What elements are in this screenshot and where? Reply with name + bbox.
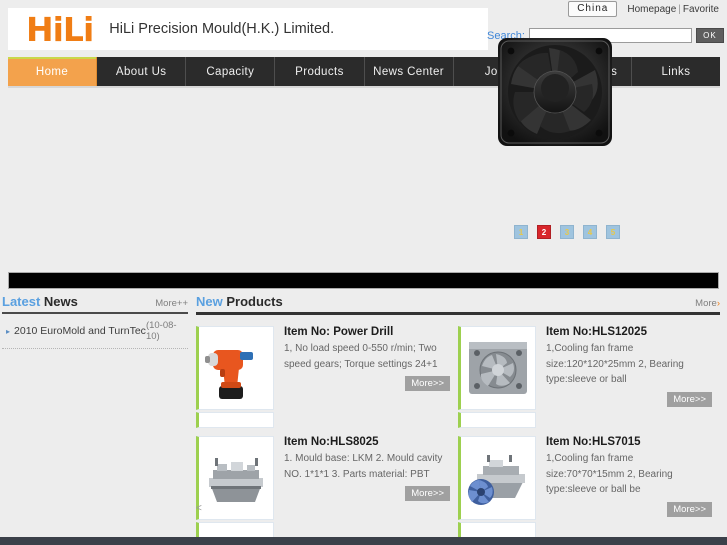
favorite-link[interactable]: Favorite <box>683 4 719 15</box>
latest-news-more-link[interactable]: More++ <box>155 298 188 309</box>
nav-item-about-us[interactable]: About Us <box>97 57 187 86</box>
new-products-title-highlight: New <box>196 294 223 309</box>
language-button[interactable]: China <box>568 1 618 17</box>
news-item-title: 2010 EuroMold and TurnTec <box>14 325 146 337</box>
product-info: Item No:HLS12025 1,Cooling fan frame siz… <box>536 326 712 428</box>
product-description: 1. Mould base: LKM 2. Mould cavity NO. 1… <box>284 453 443 480</box>
product-thumbnail-hls12025[interactable] <box>458 326 536 410</box>
news-list-item[interactable]: ▸ 2010 EuroMold and TurnTec (10-08-10) <box>2 314 188 349</box>
product-card: Item No:HLS7015 1,Cooling fan frame size… <box>458 432 720 542</box>
product-card: Item No: Power Drill 1, No load speed 0-… <box>196 322 458 432</box>
product-more-button[interactable]: More>> <box>405 376 450 391</box>
product-more-button[interactable]: More>> <box>667 391 712 407</box>
slider-dot-3[interactable]: 3 <box>560 225 574 239</box>
nav-item-capacity[interactable]: Capacity <box>186 57 276 86</box>
product-title[interactable]: Item No: Power Drill <box>284 326 450 338</box>
product-card: Item No:HLS8025 1. Mould base: LKM 2. Mo… <box>196 432 458 542</box>
product-info: Item No:HLS8025 1. Mould base: LKM 2. Mo… <box>274 436 450 538</box>
site-logo[interactable]: HiLi <box>26 10 94 49</box>
slider-dot-4[interactable]: 4 <box>583 225 597 239</box>
nav-item-news-center[interactable]: News Center <box>365 57 454 86</box>
product-scroll-prev-arrow[interactable]: < <box>196 503 202 514</box>
product-more-button[interactable]: More>> <box>667 501 712 517</box>
divider-band <box>8 272 719 289</box>
product-description: 1,Cooling fan frame size:120*120*25mm 2,… <box>546 343 684 385</box>
product-thumbnail-strip[interactable] <box>458 412 536 428</box>
product-description: 1,Cooling fan frame size:70*70*15mm 2, B… <box>546 453 673 495</box>
product-info: Item No: Power Drill 1, No load speed 0-… <box>274 326 450 428</box>
nav-item-home[interactable]: Home <box>8 57 98 86</box>
product-more-button[interactable]: More>> <box>405 486 450 501</box>
product-title[interactable]: Item No:HLS8025 <box>284 436 450 448</box>
product-info: Item No:HLS7015 1,Cooling fan frame size… <box>536 436 712 538</box>
page-root: China Homepage | Favorite HiLi HiLi Precis… <box>0 0 727 545</box>
new-products-section: New Products More› Item No: Power Drill … <box>196 294 720 542</box>
latest-news-header: Latest News More++ <box>2 294 188 312</box>
new-products-more-label: More <box>695 298 717 309</box>
product-thumbnail-hls7015[interactable] <box>458 436 536 520</box>
nav-item-links[interactable]: Links <box>632 57 720 86</box>
new-products-title-rest: Products <box>222 294 283 309</box>
slider-pagination: 1 2 3 4 5 <box>514 225 620 239</box>
product-card: Item No:HLS12025 1,Cooling fan frame siz… <box>458 322 720 432</box>
new-products-header: New Products More› <box>196 294 720 312</box>
latest-news-title-highlight: Latest <box>2 294 41 309</box>
company-name: HiLi Precision Mould(H.K.) Limited. <box>109 21 335 37</box>
new-products-more-link[interactable]: More› <box>695 298 720 309</box>
product-thumbnail-strip[interactable] <box>196 412 274 428</box>
nav-item-products[interactable]: Products <box>275 57 365 86</box>
banner-slider: 1 2 3 4 5 <box>8 38 720 266</box>
latest-news-title-rest: News <box>40 294 78 309</box>
product-description: 1, No load speed 0-550 r/min; Two speed … <box>284 343 438 370</box>
product-thumbnail-strip[interactable] <box>196 522 274 538</box>
site-header: HiLi HiLi Precision Mould(H.K.) Limited. <box>8 8 488 50</box>
product-grid: Item No: Power Drill 1, No load speed 0-… <box>196 315 720 542</box>
chevron-right-icon: › <box>716 298 720 309</box>
product-thumbnail-power-drill[interactable] <box>196 326 274 410</box>
banner-fan-image[interactable] <box>492 32 620 152</box>
new-products-title: New Products <box>196 294 283 309</box>
utility-links: Homepage | Favorite <box>627 4 719 15</box>
homepage-link[interactable]: Homepage <box>627 4 676 15</box>
slider-dot-1[interactable]: 1 <box>514 225 528 239</box>
site-footer <box>0 537 727 545</box>
product-thumbnail-hls8025[interactable] <box>196 436 274 520</box>
search-submit-button[interactable]: OK <box>695 28 724 43</box>
product-title[interactable]: Item No:HLS12025 <box>546 326 712 338</box>
latest-news-title: Latest News <box>2 294 78 309</box>
product-thumbnail-strip[interactable] <box>458 522 536 538</box>
product-title[interactable]: Item No:HLS7015 <box>546 436 712 448</box>
news-item-date: (10-08-10) <box>145 320 177 342</box>
link-separator: | <box>678 3 681 15</box>
bullet-icon: ▸ <box>6 326 11 336</box>
slider-dot-2[interactable]: 2 <box>537 225 551 239</box>
latest-news-section: Latest News More++ ▸ 2010 EuroMold and T… <box>2 294 188 349</box>
slider-dot-5[interactable]: 5 <box>606 225 620 239</box>
